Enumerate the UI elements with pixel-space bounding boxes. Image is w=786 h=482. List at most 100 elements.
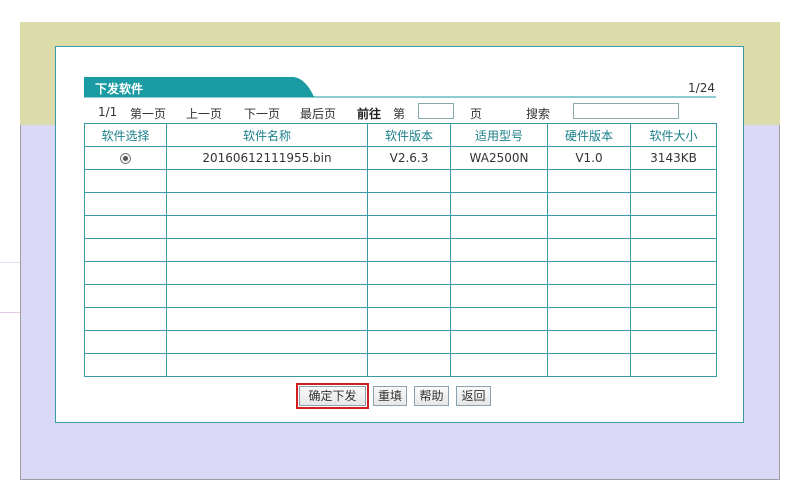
confirm-dispatch-button[interactable]: 确定下发 bbox=[299, 386, 366, 406]
prev-page-link[interactable]: 上一页 bbox=[186, 105, 222, 122]
panel-title-tab: 下发软件 bbox=[84, 77, 314, 97]
table-cell-empty bbox=[630, 307, 717, 331]
table-cell-empty bbox=[450, 169, 548, 193]
software-version-cell: V2.6.3 bbox=[367, 146, 451, 170]
help-button[interactable]: 帮助 bbox=[414, 386, 449, 406]
table-cell-empty bbox=[630, 284, 717, 308]
table-cell-empty bbox=[166, 238, 368, 262]
table-row-empty bbox=[84, 192, 717, 216]
col-header-hw-version: 硬件版本 bbox=[547, 123, 631, 147]
table-cell-empty bbox=[367, 284, 451, 308]
table-row-empty bbox=[84, 169, 717, 193]
title-underline bbox=[84, 96, 716, 98]
table-cell-empty bbox=[84, 169, 167, 193]
table-cell-empty bbox=[166, 261, 368, 285]
software-dispatch-panel: 下发软件 1/24 1/1 第一页 上一页 下一页 最后页 前往 第 页 搜索 … bbox=[55, 46, 744, 423]
table-cell-empty bbox=[450, 261, 548, 285]
table-cell-empty bbox=[630, 353, 717, 377]
table-cell-empty bbox=[84, 353, 167, 377]
table-cell-empty bbox=[367, 192, 451, 216]
table-cell-empty bbox=[547, 215, 631, 239]
table-cell-empty bbox=[84, 238, 167, 262]
table-cell-empty bbox=[630, 330, 717, 354]
table-cell-empty bbox=[450, 330, 548, 354]
table-cell-empty bbox=[630, 238, 717, 262]
page-count: 1/24 bbox=[688, 81, 715, 95]
table-cell-empty bbox=[630, 261, 717, 285]
table-cell-empty bbox=[547, 238, 631, 262]
left-stub-line-2 bbox=[0, 312, 20, 313]
table-cell-empty bbox=[84, 330, 167, 354]
goto-di-label: 第 bbox=[393, 107, 406, 121]
pager-current: 1/1 bbox=[98, 105, 118, 119]
table-cell-empty bbox=[367, 307, 451, 331]
table-cell-empty bbox=[367, 330, 451, 354]
table-cell-empty bbox=[84, 215, 167, 239]
col-header-model: 适用型号 bbox=[450, 123, 548, 147]
first-page-link[interactable]: 第一页 bbox=[130, 105, 166, 122]
table-cell-empty bbox=[84, 192, 167, 216]
search-input[interactable] bbox=[573, 103, 679, 119]
pager-bar: 1/1 第一页 上一页 下一页 最后页 前往 第 页 搜索 bbox=[98, 103, 698, 123]
reset-button[interactable]: 重填 bbox=[373, 386, 407, 406]
panel-title: 下发软件 bbox=[95, 82, 144, 96]
table-row-empty bbox=[84, 215, 717, 239]
col-header-size: 软件大小 bbox=[630, 123, 717, 147]
table-row-empty bbox=[84, 353, 717, 377]
table-row-empty bbox=[84, 307, 717, 331]
left-stub-line bbox=[0, 262, 20, 263]
table-cell-empty bbox=[367, 215, 451, 239]
select-cell[interactable] bbox=[84, 146, 167, 170]
model-cell: WA2500N bbox=[450, 146, 548, 170]
next-page-link[interactable]: 下一页 bbox=[244, 105, 280, 122]
search-label: 搜索 bbox=[526, 107, 551, 121]
table-cell-empty bbox=[166, 330, 368, 354]
col-header-version: 软件版本 bbox=[367, 123, 451, 147]
table-cell-empty bbox=[547, 261, 631, 285]
software-radio[interactable] bbox=[120, 153, 131, 164]
back-button[interactable]: 返回 bbox=[456, 386, 491, 406]
table-cell-empty bbox=[84, 261, 167, 285]
table-cell-empty bbox=[166, 284, 368, 308]
goto-link[interactable]: 前往 bbox=[357, 105, 381, 122]
table-cell-empty bbox=[166, 307, 368, 331]
table-row-empty bbox=[84, 330, 717, 354]
table-cell-empty bbox=[166, 169, 368, 193]
table-row-empty bbox=[84, 261, 717, 285]
table-cell-empty bbox=[84, 284, 167, 308]
table-cell-empty bbox=[166, 215, 368, 239]
table-cell-empty bbox=[166, 353, 368, 377]
table-cell-empty bbox=[84, 307, 167, 331]
table-cell-empty bbox=[367, 169, 451, 193]
table-cell-empty bbox=[450, 215, 548, 239]
software-table: 软件选择 软件名称 软件版本 适用型号 硬件版本 软件大小 2016061211… bbox=[84, 123, 717, 377]
col-header-select: 软件选择 bbox=[84, 123, 167, 147]
col-header-name: 软件名称 bbox=[166, 123, 368, 147]
table-cell-empty bbox=[630, 169, 717, 193]
table-cell-empty bbox=[166, 192, 368, 216]
table-cell-empty bbox=[547, 192, 631, 216]
table-cell-empty bbox=[630, 192, 717, 216]
hw-version-cell: V1.0 bbox=[547, 146, 631, 170]
table-cell-empty bbox=[367, 261, 451, 285]
table-cell-empty bbox=[367, 353, 451, 377]
table-cell-empty bbox=[450, 192, 548, 216]
table-cell-empty bbox=[547, 330, 631, 354]
table-cell-empty bbox=[450, 353, 548, 377]
software-name-cell: 20160612111955.bin bbox=[166, 146, 368, 170]
table-cell-empty bbox=[450, 284, 548, 308]
table-header-row: 软件选择 软件名称 软件版本 适用型号 硬件版本 软件大小 bbox=[84, 123, 717, 147]
page-number-input[interactable] bbox=[418, 103, 454, 119]
size-cell: 3143KB bbox=[630, 146, 717, 170]
last-page-link[interactable]: 最后页 bbox=[300, 105, 336, 122]
table-cell-empty bbox=[547, 353, 631, 377]
table-cell-empty bbox=[547, 284, 631, 308]
table-cell-empty bbox=[450, 238, 548, 262]
table-cell-empty bbox=[547, 169, 631, 193]
top-band bbox=[20, 0, 780, 22]
table-row-empty bbox=[84, 284, 717, 308]
table-cell-empty bbox=[367, 238, 451, 262]
table-cell-empty bbox=[547, 307, 631, 331]
table-row[interactable]: 20160612111955.bin V2.6.3 WA2500N V1.0 3… bbox=[84, 146, 717, 170]
table-row-empty bbox=[84, 238, 717, 262]
